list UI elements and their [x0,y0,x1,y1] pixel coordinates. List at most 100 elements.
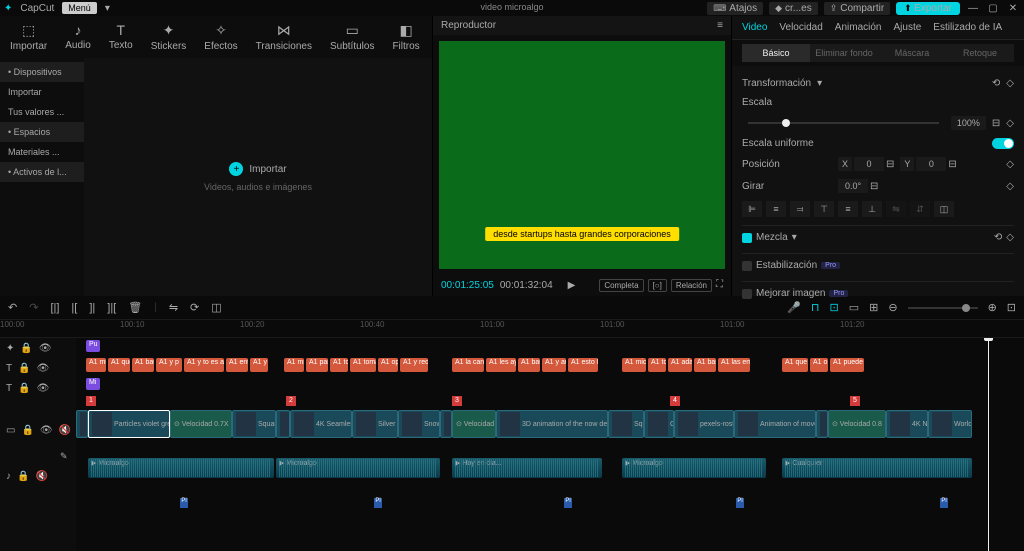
audio-clip[interactable]: ▶ Microalgo [622,458,766,478]
video-clip[interactable]: pexels-rostislav-uzu [674,410,734,438]
mirror-icon[interactable]: ⇋ [169,301,178,314]
sub-clip[interactable]: A1 que t [108,358,130,372]
video-clip[interactable]: Silver rotating pr [352,410,398,438]
marker[interactable]: 2 [286,396,296,406]
expand-icon[interactable]: ⛶ [716,279,723,292]
cut-icon[interactable]: ]|[ [107,302,116,314]
video-clip[interactable]: Falling [76,410,88,438]
panel-tab[interactable]: Animación [835,22,882,33]
sidebar-item[interactable]: Materiales ... [0,142,84,162]
reset-icon[interactable]: ⟲ [994,232,1002,243]
track-icon[interactable]: ⊞ [869,301,878,314]
redo-icon[interactable]: ↷ [29,301,38,314]
minimize-button[interactable]: — [966,3,980,14]
align-left[interactable]: ⊫ [742,201,762,217]
sub-clip[interactable]: A1 to [648,358,666,372]
keyframe-icon[interactable]: ◇ [1006,159,1014,170]
panel-subtab[interactable]: Básico [742,44,810,62]
tool-subtitulos[interactable]: ▭Subtítulos [322,20,382,54]
sub-clip[interactable]: A1 mic [284,358,304,372]
rotate-input[interactable] [838,179,868,193]
video-clip[interactable]: Animation of movement, a [734,410,816,438]
link-icon[interactable]: ⊡ [830,301,839,314]
keyframe-icon[interactable]: ◇ [1006,78,1014,89]
panel-subtab[interactable]: Eliminar fondo [810,44,878,62]
sub-clip[interactable]: A1 to [330,358,348,372]
video-clip[interactable]: 3D animation of the now debunked [496,410,608,438]
align-bottom[interactable]: ⊥ [862,201,882,217]
sub-clip[interactable]: A1 enti [226,358,248,372]
panel-subtab[interactable]: Retoque [946,44,1014,62]
track-fx2[interactable]: T🔒👁 [0,378,76,398]
pos-y-input[interactable] [916,157,946,171]
tool-transiciones[interactable]: ⋈Transiciones [248,20,320,54]
track-video[interactable]: ▭🔒👁🔇 [0,414,76,446]
chevron-icon[interactable]: ▾ [817,78,822,89]
panel-tab[interactable]: Ajuste [893,22,921,33]
track-edit[interactable]: ✎ [0,446,76,466]
video-clip[interactable]: Gradient [644,410,674,438]
sub-clip[interactable]: A1 la cantid [452,358,484,372]
sub-clip[interactable]: A1 y p [156,358,182,372]
panel-tab[interactable]: Estilizado de IA [933,22,1002,33]
rotate-icon[interactable]: ⟳ [190,301,199,314]
crop[interactable]: ◫ [934,201,954,217]
video-clip[interactable]: 4K Seamless loop Gol [290,410,352,438]
stepper-icon[interactable]: ⊟ [886,159,894,170]
sub-clip[interactable]: A1 las emp [718,358,750,372]
align-center-h[interactable]: ≡ [766,201,786,217]
uniform-scale-toggle[interactable] [992,138,1014,149]
sub-clip[interactable]: A1 bau [132,358,154,372]
reset-icon[interactable]: ⟲ [992,78,1000,89]
pos-x-input[interactable] [854,157,884,171]
sidebar-item[interactable]: Importar [0,82,84,102]
ratio-toggle[interactable]: [○] [648,279,667,292]
audio-clip[interactable]: ▶ Hoy en dia... [452,458,602,478]
align-top[interactable]: ⊤ [814,201,834,217]
trim-right-icon[interactable]: ]| [89,302,95,314]
tool-efectos[interactable]: ✧Efectos [196,20,245,54]
sub-clip[interactable]: A1 o g [810,358,828,372]
marker[interactable]: 4 [670,396,680,406]
sub-clip[interactable]: A1 para [306,358,328,372]
chevron-down-icon[interactable]: ▾ [105,3,110,14]
export-button[interactable]: ⬆ Exportar [896,2,960,15]
trim-left-icon[interactable]: |[ [71,302,77,314]
panel-tab[interactable]: Velocidad [779,22,822,33]
track-sub[interactable]: T🔒👁 [0,358,76,378]
video-clip[interactable]: Snowflakes on [398,410,440,438]
audio-clip[interactable]: ▶ Microalgo [276,458,440,478]
video-clip[interactable]: ⊙ Velocidad [452,410,496,438]
sub-clip[interactable]: A1 y aut [542,358,566,372]
video-clip[interactable]: World new [928,410,972,438]
sub-clip[interactable]: A1 y to es ayuda [184,358,224,372]
keyframe-icon[interactable]: ◇ [1006,232,1014,243]
video-clip[interactable]: Particles violet green event game [88,410,170,438]
sub-clip[interactable]: A1 esto les [568,358,598,372]
track-fx1[interactable]: ✦🔒👁 [0,338,76,358]
shortcuts-button[interactable]: ⌨ Atajos [707,2,763,15]
tool-importar[interactable]: ⬚Importar [2,20,55,54]
keyframe-icon[interactable]: ◇ [1006,181,1014,192]
panel-tab[interactable]: Video [742,22,767,33]
tool-audio[interactable]: ♪Audio [57,20,99,54]
fx-clip[interactable]: Mi [86,378,100,390]
zoom-slider[interactable] [908,307,978,309]
fullscreen-button[interactable]: Completa [599,279,643,292]
stabilize-checkbox[interactable] [742,261,752,271]
audio-marker[interactable]: Pl [374,498,382,508]
stepper-icon[interactable]: ⊟ [992,118,1000,129]
sub-clip[interactable]: A1 y red [400,358,428,372]
keyframe-icon[interactable]: ◇ [1006,118,1014,129]
video-clip[interactable]: 4k [440,410,452,438]
video-clip[interactable]: ⊙ Velocidad 0.7X [170,410,232,438]
menu-button[interactable]: Menú [62,2,97,14]
video-preview[interactable]: desde startups hasta grandes corporacion… [439,41,725,269]
undo-icon[interactable]: ↶ [8,301,17,314]
sub-clip[interactable]: A1 micro [622,358,646,372]
sidebar-item[interactable]: • Activos de l... [0,162,84,182]
play-button[interactable]: ▶ [568,280,576,291]
track-audio[interactable]: ♪🔒🔇 [0,466,76,486]
audio-clip[interactable]: ▶ Cualquier [782,458,972,478]
aspect-button[interactable]: Relación [671,279,712,292]
